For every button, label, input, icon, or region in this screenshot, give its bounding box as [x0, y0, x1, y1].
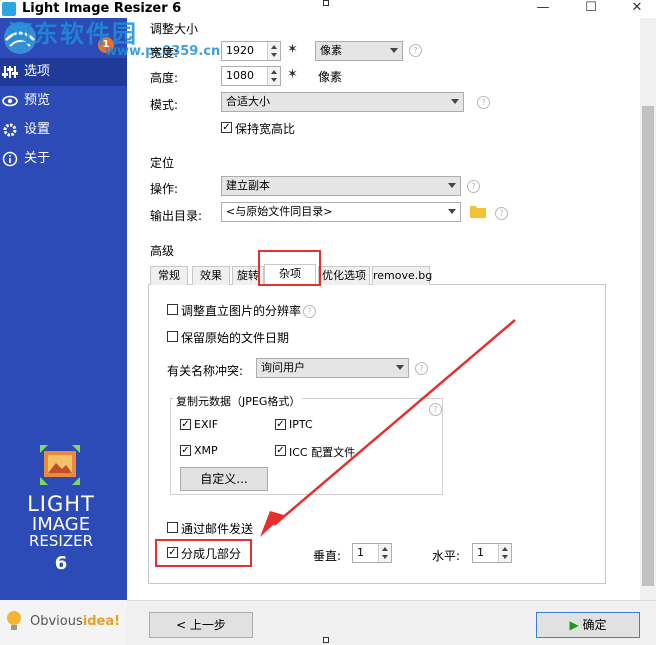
help-icon[interactable]: ? [477, 96, 490, 109]
output-dir-select[interactable]: <与原始文件同目录> [221, 202, 461, 222]
footer-highlight: idea! [82, 614, 121, 629]
height-stepper[interactable]: 1080 [221, 66, 281, 86]
sidebar-item-label: 选项 [24, 64, 51, 79]
output-dir-value: <与原始文件同目录> [226, 205, 333, 218]
sliders-icon [2, 66, 18, 78]
sidebar-item-options[interactable]: 选项 [0, 58, 127, 86]
sidebar-item-preview[interactable]: 预览 [0, 87, 127, 115]
tab-general[interactable]: 常规 [150, 266, 188, 285]
brand-light: LIGHT [27, 492, 95, 516]
sidebar-item-label: 设置 [24, 122, 51, 137]
section-advanced: 高级 [150, 244, 175, 258]
brand-resizer: RESIZER [28, 532, 94, 550]
section-positioning: 定位 [150, 156, 175, 170]
annotation-box-misc-tab [258, 250, 321, 286]
horizontal-stepper[interactable]: 1 [472, 543, 512, 563]
sidebar-item-about[interactable]: 关于 [0, 145, 127, 173]
obviousidea-logo[interactable]: Obviousidea! [30, 614, 120, 629]
back-button[interactable]: < 上一步 [149, 612, 253, 638]
exif-checkbox[interactable]: ✓ [180, 419, 191, 430]
action-label: 操作: [150, 182, 179, 196]
help-icon[interactable]: ? [409, 44, 422, 57]
output-dir-label: 输出目录: [150, 209, 203, 223]
vertical-stepper[interactable]: 1 [352, 543, 392, 563]
annotation-box-split [155, 539, 252, 567]
height-value: 1080 [226, 69, 254, 82]
tab-remove-bg[interactable]: remove.bg [372, 266, 432, 285]
email-checkbox[interactable] [167, 522, 178, 533]
horizontal-label: 水平: [432, 549, 461, 563]
magic-wand-icon[interactable]: ✶ [287, 42, 305, 58]
action-select-value: 建立副本 [226, 179, 270, 192]
width-value: 1920 [226, 44, 254, 57]
annotation-arrow-icon [260, 319, 516, 537]
sidebar-item-label: 关于 [24, 151, 51, 166]
footer-prefix: Obvious [30, 614, 83, 629]
keep-ratio-checkbox[interactable]: ✓ [221, 122, 232, 133]
width-label: 宽度: [150, 46, 179, 60]
horizontal-stepper-arrows[interactable] [498, 544, 511, 562]
conflict-label: 有关名称冲突: [167, 364, 244, 378]
vertical-stepper-arrows[interactable] [378, 544, 391, 562]
folder-icon[interactable] [470, 204, 486, 218]
brand-version: 6 [54, 553, 68, 574]
exif-label: EXIF [194, 418, 219, 431]
close-button[interactable]: ✕ [622, 0, 652, 18]
maximize-button[interactable]: ☐ [576, 0, 606, 18]
email-label: 通过邮件发送 [181, 522, 254, 536]
xmp-checkbox[interactable]: ✓ [180, 445, 191, 456]
mode-select[interactable]: 合适大小 [221, 92, 464, 112]
mode-select-value: 合适大小 [226, 95, 270, 108]
keep-date-checkbox[interactable] [167, 331, 178, 342]
minimize-button[interactable]: — [528, 0, 558, 18]
adjust-resolution-checkbox[interactable] [167, 304, 178, 315]
eye-icon [2, 95, 18, 107]
keep-ratio-label: 保持宽高比 [235, 122, 296, 136]
width-stepper-arrows[interactable] [267, 42, 280, 60]
info-icon [2, 151, 18, 167]
sidebar-item-settings[interactable]: 设置 [0, 116, 127, 144]
tab-effects[interactable]: 效果 [192, 266, 230, 285]
height-unit-label: 像素 [318, 70, 343, 84]
action-select[interactable]: 建立副本 [221, 176, 461, 196]
resizer-logo-icon [40, 445, 80, 485]
ok-button-label: 确定 [582, 618, 607, 632]
height-label: 高度: [150, 71, 179, 85]
resize-handle-bottom[interactable] [323, 637, 329, 643]
lightbulb-icon [7, 611, 21, 630]
sidebar-item-label: 预览 [24, 93, 51, 108]
width-stepper[interactable]: 1920 [221, 41, 281, 61]
tab-optimize[interactable]: 优化选项 [318, 266, 370, 285]
xmp-label: XMP [194, 444, 218, 457]
help-icon[interactable]: ? [495, 207, 508, 220]
mode-label: 模式: [150, 98, 179, 112]
vertical-value: 1 [357, 546, 364, 559]
gear-icon [3, 123, 17, 137]
vertical-label: 垂直: [313, 549, 342, 563]
unit-select-value: 像素 [320, 44, 342, 57]
section-resize: 调整大小 [150, 22, 199, 36]
help-icon[interactable]: ? [467, 180, 480, 193]
height-stepper-arrows[interactable] [267, 67, 280, 85]
magic-wand-icon[interactable]: ✶ [287, 67, 305, 83]
scrollbar-thumb[interactable] [642, 106, 654, 586]
horizontal-value: 1 [477, 546, 484, 559]
unit-select[interactable]: 像素 [315, 41, 403, 61]
resize-handle-top[interactable] [323, 0, 329, 6]
play-arrow-icon: ▶ [569, 618, 579, 632]
ok-button[interactable]: ▶ 确定 [536, 612, 640, 638]
